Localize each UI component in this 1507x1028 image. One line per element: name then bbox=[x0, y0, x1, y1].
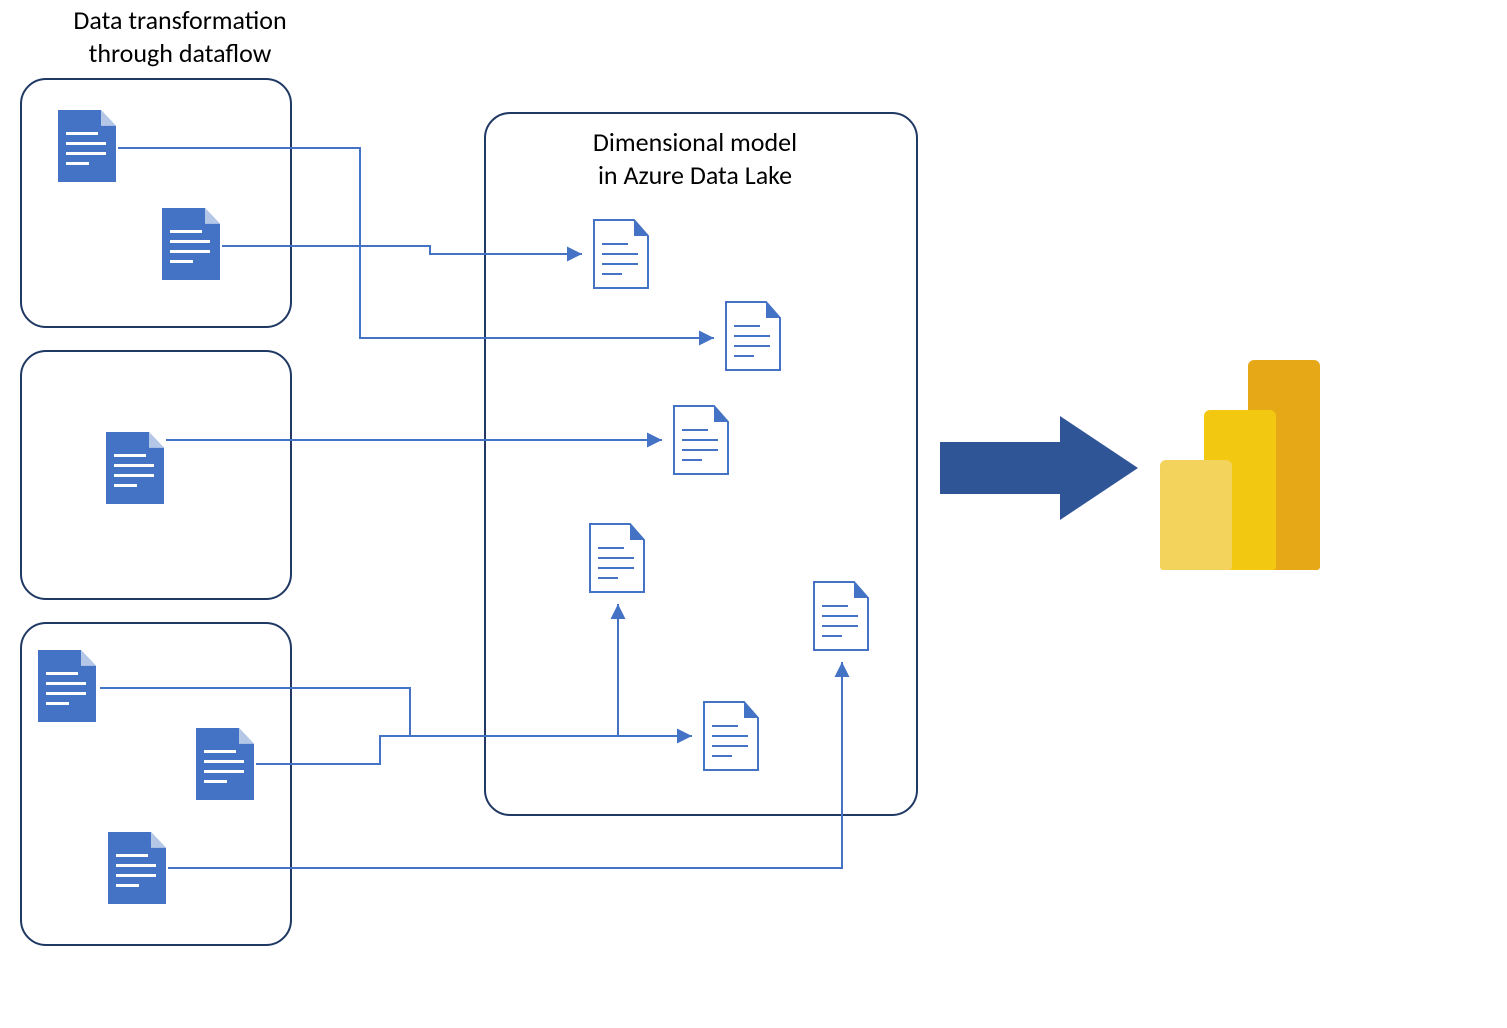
flow-arrow-icon bbox=[940, 408, 1140, 528]
lake-doc-icon bbox=[812, 580, 870, 652]
source-doc-icon bbox=[196, 728, 254, 800]
lake-doc-icon bbox=[724, 300, 782, 372]
source-doc-icon bbox=[58, 110, 116, 182]
source-doc-icon bbox=[106, 432, 164, 504]
lake-doc-icon bbox=[702, 700, 760, 772]
source-doc-icon bbox=[108, 832, 166, 904]
lake-doc-icon bbox=[588, 522, 646, 594]
lake-doc-icon bbox=[672, 404, 730, 476]
lake-doc-icon bbox=[592, 218, 650, 290]
source-title: Data transformation through dataflow bbox=[40, 4, 320, 69]
diagram-canvas: Data transformation through dataflow Dim… bbox=[0, 0, 1507, 1028]
source-doc-icon bbox=[38, 650, 96, 722]
power-bi-icon bbox=[1160, 360, 1330, 570]
source-doc-icon bbox=[162, 208, 220, 280]
